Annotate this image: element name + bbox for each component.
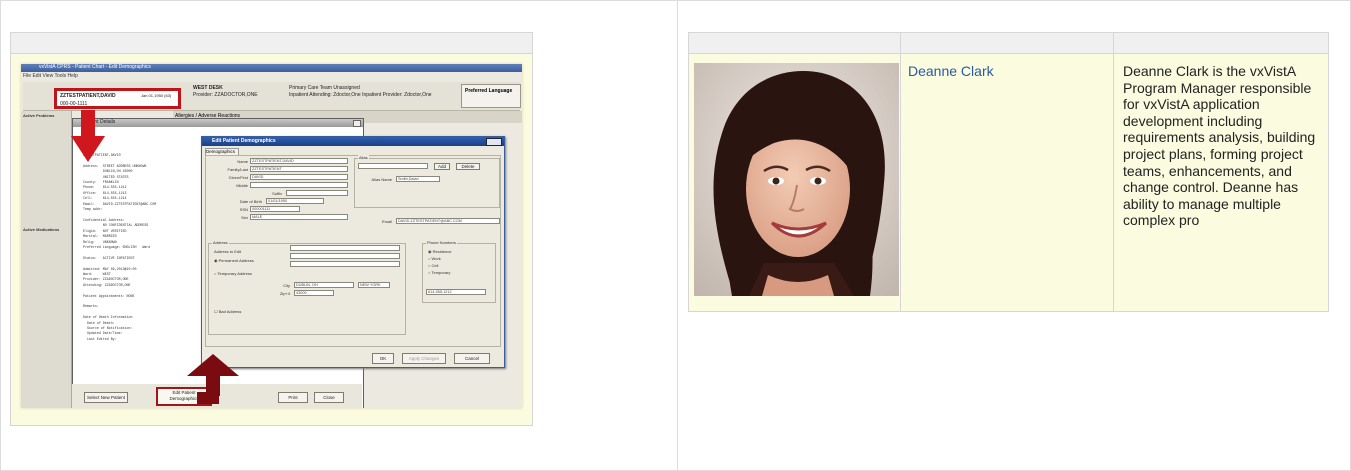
given-label: Given/First bbox=[228, 175, 248, 180]
care-team: Primary Care Team Unassigned bbox=[289, 85, 360, 91]
phone-field[interactable]: 614-555-1212 bbox=[426, 289, 486, 295]
permanent-address-radio[interactable]: ◉ Permanent Address bbox=[214, 258, 254, 263]
dialog-close-icon[interactable] bbox=[486, 138, 502, 146]
address-line-1[interactable] bbox=[290, 245, 400, 251]
email-label: Email bbox=[381, 219, 392, 224]
city-field[interactable]: DUBLIN, OH bbox=[294, 282, 354, 288]
given-name-field[interactable]: DAVID bbox=[250, 174, 348, 180]
down-arrow-icon bbox=[71, 110, 105, 162]
cancel-button[interactable]: Cancel bbox=[454, 353, 490, 364]
alias-name-label: Alias Name bbox=[371, 177, 392, 182]
middle-label: Middle bbox=[236, 183, 248, 188]
deanne-clark-bio: Deanne Clark is the vxVistA Program Mana… bbox=[1123, 63, 1316, 229]
cell-label: Cell bbox=[431, 263, 439, 268]
zip-field[interactable]: 43000 bbox=[294, 290, 334, 296]
patient-dob: Jan 01,1950 (63) bbox=[141, 93, 172, 98]
residence-label: Residence bbox=[432, 249, 452, 254]
bad-address-label: Bad Address bbox=[218, 309, 242, 314]
sex-select[interactable]: MALE bbox=[250, 214, 348, 220]
name-column-header bbox=[900, 32, 1114, 54]
left-table-header bbox=[10, 32, 533, 54]
email-field[interactable]: DAVID.ZZTESTPATIENT@ABC.COM bbox=[396, 218, 500, 224]
app-menu-bar: File Edit View Tools Help bbox=[23, 73, 78, 79]
address-line-2[interactable] bbox=[290, 253, 400, 259]
select-new-patient-button[interactable]: Select New Patient bbox=[84, 392, 128, 403]
apply-changes-button[interactable]: Apply Changes bbox=[402, 353, 446, 364]
address-line-3[interactable] bbox=[290, 261, 400, 267]
address-group-title: Address bbox=[212, 240, 229, 245]
alias-select[interactable] bbox=[358, 163, 428, 169]
temporary-label: Temporary Address bbox=[217, 271, 252, 276]
deanne-clark-link[interactable]: Deanne Clark bbox=[908, 63, 994, 79]
patient-ssn: 000-00-1111 bbox=[60, 101, 88, 107]
temporary-address-radio[interactable]: ○ Temporary Address bbox=[214, 271, 252, 276]
state-select[interactable]: NEW YORK bbox=[358, 282, 390, 288]
app-title: vxVistA CPRS - Patient Chart - Edit Demo… bbox=[39, 64, 151, 70]
temp-phone-label: Temporary bbox=[431, 270, 451, 275]
middle-name-field[interactable] bbox=[250, 182, 348, 188]
phone-group-title: Phone Numbers bbox=[426, 240, 457, 245]
phone-work-radio[interactable]: ○ Work bbox=[428, 256, 441, 261]
dob-label: Date of Birth bbox=[239, 199, 262, 204]
photo-cell bbox=[688, 54, 901, 312]
zip-label: Zip+4 bbox=[279, 291, 290, 296]
dob-field[interactable]: 01/01/1950 bbox=[266, 198, 324, 204]
up-arrow-icon bbox=[187, 354, 239, 404]
ward-info: WEST DESK Provider: ZZADOCTOR,ONE bbox=[193, 85, 258, 99]
active-meds-label: Active Medications bbox=[23, 227, 60, 232]
name-label: Name bbox=[237, 159, 248, 164]
address-to-edit-label: Address to Edit bbox=[214, 249, 242, 254]
preferred-language-box: Preferred Language bbox=[461, 84, 521, 108]
photo-column-header bbox=[688, 32, 901, 54]
print-button[interactable]: Print bbox=[278, 392, 308, 403]
ssn-label: SSN bbox=[239, 207, 248, 212]
left-summary-column: Active Problems Active Medications bbox=[21, 111, 72, 408]
team-member-table: Deanne Clark Deanne Clark is the vxVistA… bbox=[688, 32, 1329, 312]
phone-cell-radio[interactable]: ○ Cell bbox=[428, 263, 438, 268]
bio-column-header bbox=[1113, 32, 1329, 54]
edit-demographics-dialog: Edit Patient Demographics Demographics N… bbox=[201, 136, 505, 368]
phone-residence-radio[interactable]: ◉ Residence bbox=[428, 249, 452, 254]
active-problems-label: Active Problems bbox=[23, 113, 55, 118]
suffix-field[interactable] bbox=[286, 190, 348, 196]
bad-address-checkbox[interactable]: ☐ Bad Address bbox=[214, 309, 241, 314]
close-button[interactable]: Close bbox=[314, 392, 344, 403]
care-team-info: Primary Care Team Unassigned Inpatient A… bbox=[289, 85, 454, 99]
alias-add-button[interactable]: Add bbox=[434, 163, 450, 170]
name-cell: Deanne Clark bbox=[900, 54, 1114, 312]
ok-button[interactable]: OK bbox=[372, 353, 394, 364]
permanent-label: Permanent Address bbox=[218, 258, 254, 263]
family-name-field[interactable]: ZZTESTPATIENT bbox=[250, 166, 348, 172]
patient-name: ZZTESTPATIENT,DAVID bbox=[60, 93, 116, 99]
phone-temporary-radio[interactable]: ○ Temporary bbox=[428, 270, 450, 275]
alias-group-title: Alias bbox=[358, 155, 369, 160]
ward-name: WEST DESK bbox=[193, 85, 223, 91]
city-label: City bbox=[283, 283, 290, 288]
ssn-field[interactable]: 000001111 bbox=[250, 206, 300, 212]
attending-info: Inpatient Attending: Zdoctor,One Inpatie… bbox=[289, 92, 432, 98]
name-field[interactable]: ZZTESTPATIENT,DAVID bbox=[250, 158, 348, 164]
work-label: Work bbox=[431, 256, 441, 261]
ward-provider: Provider: ZZADOCTOR,ONE bbox=[193, 92, 258, 98]
dialog-title: Edit Patient Demographics bbox=[212, 138, 276, 144]
dialog-title-bar: Edit Patient Demographics bbox=[202, 137, 504, 146]
alias-delete-button[interactable]: Delete bbox=[456, 163, 480, 170]
column-divider bbox=[677, 0, 678, 471]
patient-selector-highlight: ZZTESTPATIENT,DAVID Jan 01,1950 (63) 000… bbox=[54, 88, 181, 109]
deanne-clark-photo bbox=[694, 63, 899, 296]
suffix-label: Suffix bbox=[272, 191, 282, 196]
sex-label: Sex bbox=[241, 215, 248, 220]
alias-name-field[interactable]: Smith,David bbox=[396, 176, 440, 182]
details-title-bar: Patient Details bbox=[73, 119, 363, 127]
demographics-screenshot: vxVistA CPRS - Patient Chart - Edit Demo… bbox=[21, 64, 522, 408]
details-close-icon[interactable] bbox=[353, 120, 361, 127]
bio-cell: Deanne Clark is the vxVistA Program Mana… bbox=[1113, 54, 1329, 312]
family-label: Family/Last bbox=[227, 167, 248, 172]
app-title-bar: vxVistA CPRS - Patient Chart - Edit Demo… bbox=[21, 64, 522, 72]
